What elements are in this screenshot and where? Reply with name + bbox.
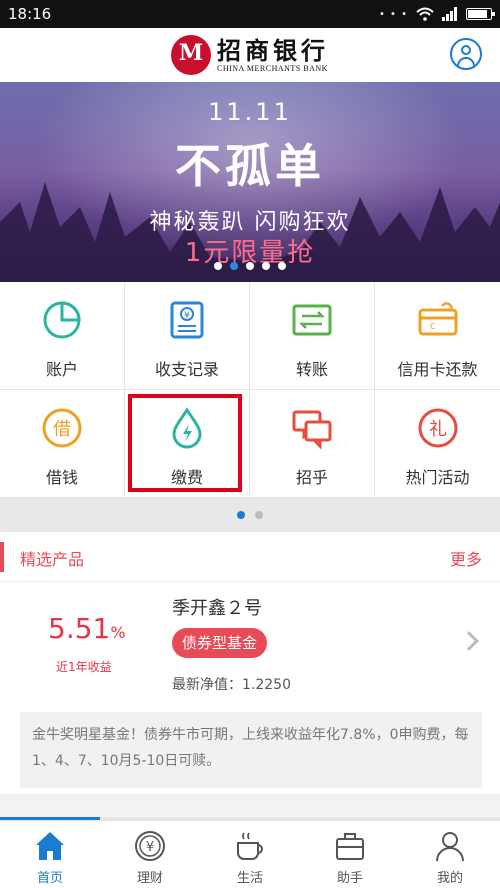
status-bar: 18:16 • • •	[0, 0, 500, 28]
featured-products-header: 精选产品 更多	[0, 532, 500, 582]
wifi-icon	[416, 7, 434, 21]
more-link[interactable]: 更多	[450, 546, 482, 570]
banner-title: 不孤单	[175, 139, 325, 193]
product-name: 季开鑫２号	[172, 598, 262, 619]
grid-item-credit-card[interactable]: C 信用卡还款	[375, 282, 500, 390]
borrow-icon: 借	[42, 408, 82, 448]
product-description: 金牛奖明星基金！债券牛市可期，上线来收益年化7.8%，0申购费，每1、4、7、1…	[20, 712, 482, 788]
bank-logo: 招商银行 CHINA MERCHANTS BANK	[171, 35, 329, 75]
home-icon	[36, 832, 64, 860]
briefcase-icon	[336, 833, 364, 860]
grid-pagination	[0, 498, 500, 532]
svg-text:C: C	[430, 322, 436, 331]
banner-pagination	[0, 262, 500, 270]
credit-card-icon: C	[418, 302, 457, 336]
svg-text:借: 借	[53, 419, 71, 440]
promo-banner[interactable]: 11.11 不孤单 神秘轰趴 闪购狂欢 1元限量抢	[0, 82, 500, 282]
grid-item-borrow[interactable]: 借 借钱	[0, 390, 125, 498]
bottom-tab-bar: 首页 ¥ 理财 生活 助手 我的	[0, 820, 500, 888]
coffee-cup-icon	[237, 832, 263, 860]
tab-home[interactable]: 首页	[0, 821, 100, 888]
product-rate-label: 近1年收益	[56, 660, 112, 674]
grid-item-activities[interactable]: 礼 热门活动	[375, 390, 500, 498]
receipt-icon: ¥	[170, 301, 204, 339]
chat-bubbles-icon	[292, 410, 332, 450]
grid-item-account[interactable]: 账户	[0, 282, 125, 390]
pie-chart-icon	[43, 301, 81, 339]
chevron-right-icon	[459, 631, 479, 651]
brand-name-cn: 招商银行	[217, 35, 329, 65]
app-header: 招商银行 CHINA MERCHANTS BANK	[0, 28, 500, 82]
banner-date: 11.11	[208, 98, 292, 126]
user-profile-icon[interactable]	[450, 38, 482, 70]
gift-icon: 礼	[418, 408, 457, 448]
function-grid: 账户 ¥ 收支记录 转账 C 信用卡还款 借 借钱 缴费 招乎 礼 热门活动	[0, 282, 500, 498]
tab-mine[interactable]: 我的	[400, 821, 500, 888]
transfer-icon	[292, 304, 332, 336]
person-icon	[436, 832, 464, 862]
product-rate: 5.51%	[48, 612, 126, 645]
highlight-box	[128, 394, 242, 492]
status-time: 18:16	[8, 5, 52, 23]
tab-assistant[interactable]: 助手	[300, 821, 400, 888]
product-card[interactable]: 5.51% 近1年收益 季开鑫２号 债券型基金 最新净值：1.2250 金牛奖明…	[0, 582, 500, 794]
brand-name-en: CHINA MERCHANTS BANK	[217, 63, 328, 73]
svg-text:¥: ¥	[184, 311, 190, 321]
grid-item-records[interactable]: ¥ 收支记录	[125, 282, 250, 390]
tab-life[interactable]: 生活	[200, 821, 300, 888]
grid-item-transfer[interactable]: 转账	[250, 282, 375, 390]
bank-logo-mark	[171, 35, 211, 75]
more-dots-icon: • • •	[378, 8, 408, 20]
yen-coin-icon: ¥	[135, 831, 165, 861]
section-title: 精选产品	[20, 550, 85, 569]
svg-text:¥: ¥	[146, 840, 154, 855]
product-nav: 最新净值：1.2250	[172, 677, 291, 693]
signal-icon	[442, 7, 457, 21]
tab-wealth[interactable]: ¥ 理财	[100, 821, 200, 888]
svg-text:礼: 礼	[429, 419, 447, 440]
grid-item-chat[interactable]: 招乎	[250, 390, 375, 498]
battery-icon	[466, 8, 495, 20]
product-tag: 债券型基金	[172, 628, 268, 658]
